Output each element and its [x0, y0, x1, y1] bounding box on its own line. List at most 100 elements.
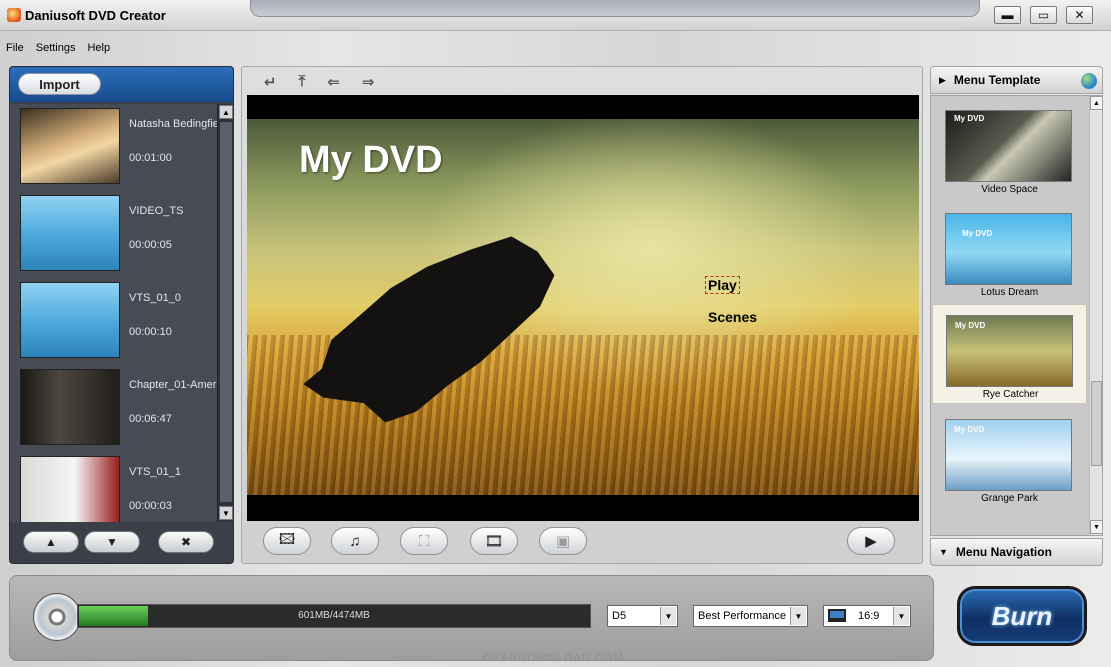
template-title: My DVD [955, 321, 986, 330]
move-up-button[interactable]: ▲ [23, 531, 79, 553]
clip-item[interactable]: VTS_01_0 00:00:10 [10, 278, 217, 365]
title-bar: Daniusoft DVD Creator ▬ ▭ ✕ [0, 0, 1111, 31]
clip-thumbnail [20, 369, 120, 445]
clip-thumbnail [20, 108, 120, 184]
template-title: My DVD [954, 425, 985, 434]
menu-scenes-button[interactable]: Scenes [708, 309, 757, 325]
chevron-down-icon[interactable]: ▼ [790, 607, 806, 625]
clip-name: VTS_01_0 [129, 292, 181, 304]
template-item[interactable]: My DVD Video Space [932, 100, 1087, 200]
template-scrollbar[interactable]: ▲ ▼ [1089, 96, 1102, 535]
delete-clip-button[interactable]: ✖ [158, 531, 214, 553]
menu-template-label: Menu Template [953, 73, 1041, 87]
clip-duration: 00:00:05 [129, 239, 172, 251]
app-title: Daniusoft DVD Creator [25, 8, 166, 23]
aspect-value: 16:9 [858, 610, 880, 622]
menu-preview: My DVD Play Scenes [247, 95, 919, 521]
chapters-button[interactable]: 🎞 [470, 527, 518, 555]
scroll-up-icon[interactable]: ▲ [219, 105, 233, 119]
next-page-icon[interactable]: ⇒ [362, 73, 375, 91]
template-panel: ▶ Menu Template My DVD Video Space My DV… [930, 66, 1103, 566]
previous-page-icon[interactable]: ⇐ [327, 73, 340, 91]
clip-name: Chapter_01-Amer [129, 379, 217, 391]
source-panel: Import Natasha Bedingfie 00:01:00 VIDEO_… [9, 66, 234, 564]
clip-name: Natasha Bedingfie [129, 118, 217, 130]
template-name: Rye Catcher [982, 389, 1039, 400]
clip-thumbnail [20, 195, 120, 271]
template-item-selected[interactable]: My DVD Rye Catcher [932, 304, 1087, 404]
capacity-text: 601MB/4474MB [298, 610, 370, 621]
chevron-down-icon[interactable]: ▼ [660, 607, 676, 625]
return-icon[interactable]: ↵ [264, 73, 277, 91]
chevron-down-icon[interactable]: ▼ [893, 607, 909, 625]
menu-play-button[interactable]: Play [705, 276, 740, 294]
fullscreen-button[interactable]: ⛶ [400, 527, 448, 555]
play-preview-button[interactable]: ▶ [847, 527, 895, 555]
quality-value: Best Performance [698, 610, 787, 622]
app-icon [7, 8, 21, 22]
clip-duration: 00:06:47 [129, 413, 172, 425]
background-music-button[interactable]: ♫ [331, 527, 379, 555]
clip-item[interactable]: VTS_01_1 00:00:03 [10, 452, 217, 522]
maximize-button[interactable]: ▭ [1030, 6, 1057, 24]
expand-right-icon: ▶ [939, 74, 946, 85]
menu-help[interactable]: Help [81, 39, 116, 59]
clip-thumbnail [20, 456, 120, 522]
template-name: Video Space [981, 184, 1038, 195]
dvd-title-text[interactable]: My DVD [299, 139, 443, 182]
scroll-thumb[interactable] [220, 122, 232, 502]
menu-settings[interactable]: Settings [30, 39, 82, 59]
template-item[interactable]: My DVD Grange Park [932, 409, 1087, 509]
disc-icon [33, 593, 81, 641]
template-name: Lotus Dream [980, 287, 1039, 298]
burn-button[interactable]: Burn [957, 586, 1087, 646]
disc-type-select[interactable]: D5 ▼ [607, 605, 678, 627]
preview-panel: ↵ ⤒ ⇐ ⇒ My DVD Play Scenes 🖾 ♫ ⛶ 🎞 ▣ ▶ [241, 66, 923, 564]
close-button[interactable]: ✕ [1066, 6, 1093, 24]
template-item[interactable]: My DVD Lotus Dream [932, 203, 1087, 303]
disc-type-value: D5 [612, 610, 627, 622]
title-decoration [250, 0, 980, 17]
menu-navigation-header[interactable]: ▼ Menu Navigation [930, 538, 1103, 566]
clip-actions: ▲ ▼ ✖ [10, 523, 233, 563]
source-header: Import [10, 67, 233, 102]
quality-select[interactable]: Best Performance ▼ [693, 605, 808, 627]
globe-icon[interactable] [1081, 73, 1097, 89]
aspect-ratio-select[interactable]: 16:9 ▼ [823, 605, 911, 627]
clip-name: VTS_01_1 [129, 466, 181, 478]
minimize-button[interactable]: ▬ [994, 6, 1021, 24]
template-name: Grange Park [981, 493, 1038, 504]
watermark: GEARDOWNLOAD.COM [483, 652, 624, 664]
scroll-up-icon[interactable]: ▲ [1090, 96, 1102, 110]
template-thumbnail [945, 213, 1072, 285]
scroll-thumb[interactable] [1091, 381, 1102, 466]
import-button[interactable]: Import [18, 73, 101, 95]
clip-item[interactable]: Natasha Bedingfie 00:01:00 [10, 104, 217, 191]
preview-toolbar: 🖾 ♫ ⛶ 🎞 ▣ ▶ [242, 525, 924, 559]
clip-duration: 00:01:00 [129, 152, 172, 164]
clip-item[interactable]: Chapter_01-Amer 00:06:47 [10, 365, 217, 452]
expand-down-icon: ▼ [939, 547, 948, 557]
menu-background-image: My DVD Play Scenes [247, 119, 919, 495]
scroll-down-icon[interactable]: ▼ [1090, 520, 1102, 534]
monitor-icon [828, 609, 846, 622]
template-list: My DVD Video Space My DVD Lotus Dream My… [930, 95, 1103, 536]
clip-duration: 00:00:03 [129, 500, 172, 512]
disc-capacity-bar: 601MB/4474MB [77, 604, 591, 628]
clip-list-scrollbar[interactable]: ▲ ▼ [217, 104, 233, 522]
clip-list: Natasha Bedingfie 00:01:00 VIDEO_TS 00:0… [10, 104, 217, 522]
menu-navigation-label: Menu Navigation [955, 545, 1052, 559]
background-image-button[interactable]: 🖾 [263, 527, 311, 555]
menu-nav-arrows: ↵ ⤒ ⇐ ⇒ [264, 73, 374, 91]
move-down-button[interactable]: ▼ [84, 531, 140, 553]
export-button[interactable]: ▣ [539, 527, 587, 555]
menu-file[interactable]: File [0, 39, 30, 59]
up-level-icon[interactable]: ⤒ [299, 73, 306, 91]
clip-thumbnail [20, 282, 120, 358]
template-title: My DVD [962, 229, 993, 238]
scroll-down-icon[interactable]: ▼ [219, 506, 233, 520]
clip-item[interactable]: VIDEO_TS 00:00:05 [10, 191, 217, 278]
menu-template-header[interactable]: ▶ Menu Template [930, 66, 1103, 94]
template-title: My DVD [954, 114, 985, 123]
clip-duration: 00:00:10 [129, 326, 172, 338]
